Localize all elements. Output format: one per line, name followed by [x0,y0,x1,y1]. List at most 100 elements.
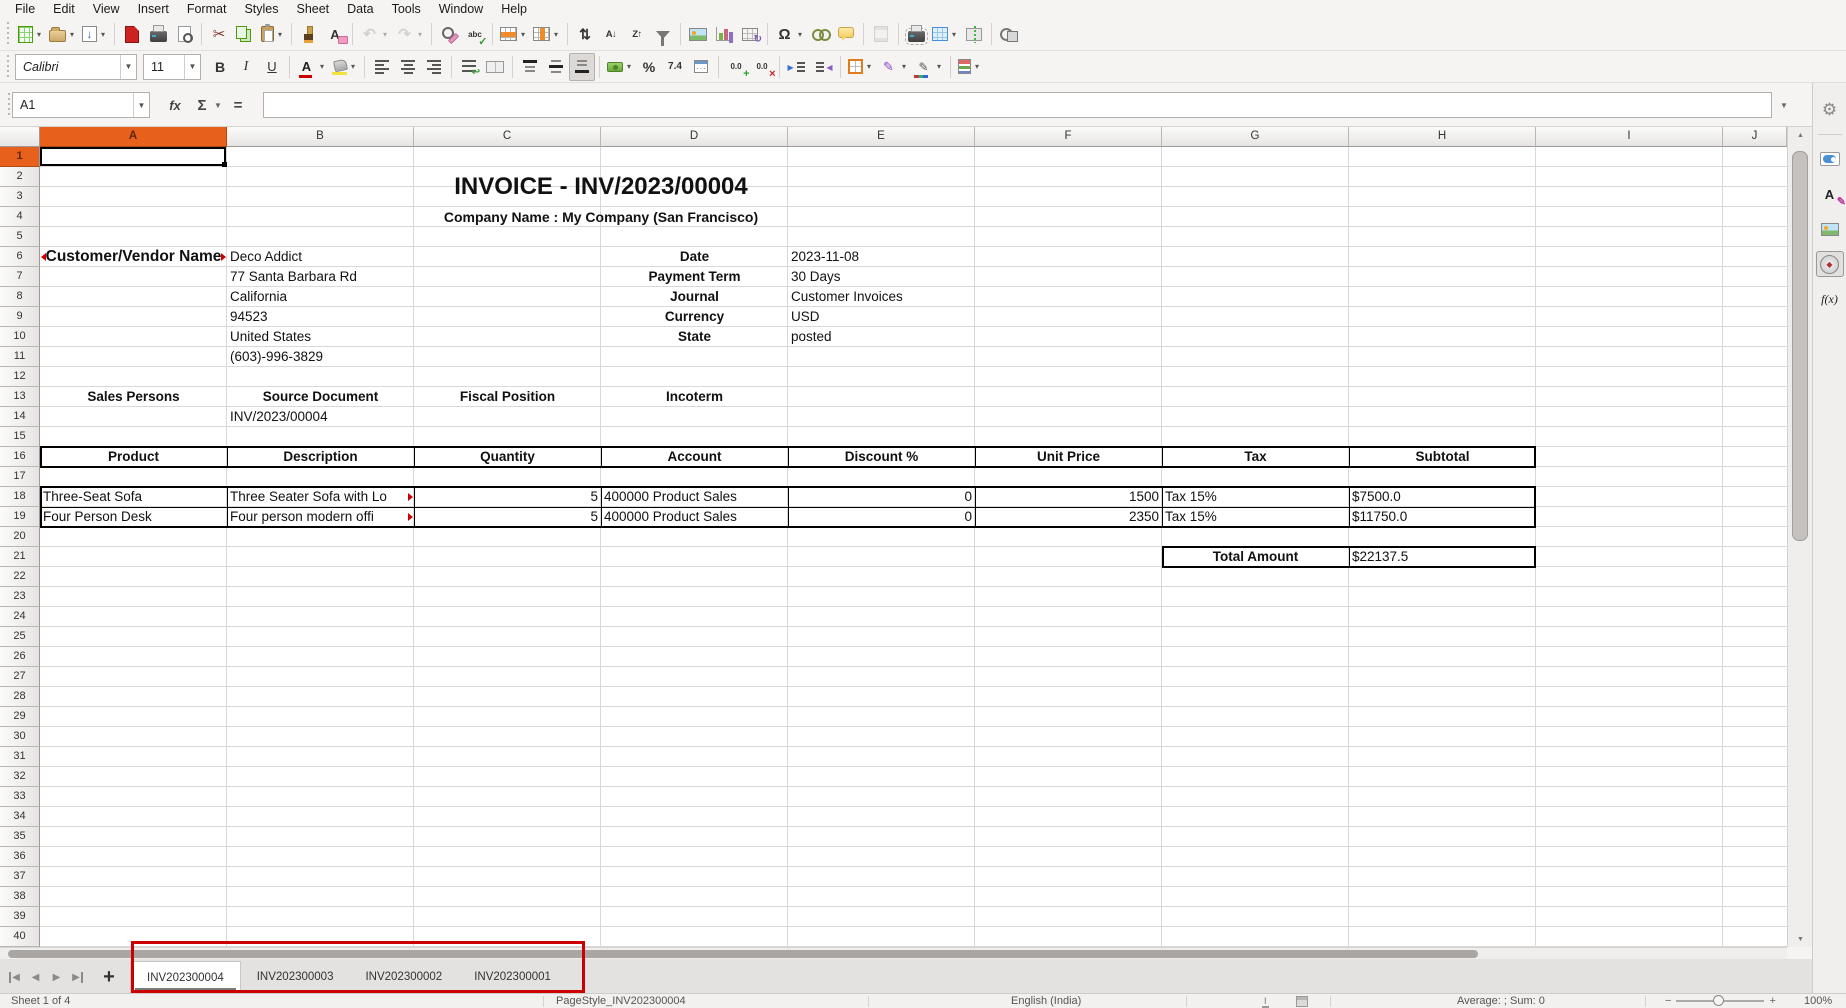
column-header-D[interactable]: D [601,127,788,147]
chevron-down-icon[interactable]: ▾ [318,62,326,71]
cell-D7[interactable]: Payment Term [601,267,788,287]
selection-mode-icon[interactable]: I [1262,996,1269,1008]
row-header-37[interactable]: 37 [0,867,40,887]
cell-B19[interactable]: Four person modern offi [227,507,414,527]
formula-input[interactable] [263,92,1772,118]
cell-G21[interactable]: Total Amount [1162,547,1349,567]
zoom-slider-track[interactable] [1676,1000,1764,1002]
cell-B9[interactable]: 94523 [227,307,414,327]
italic-button[interactable]: I [233,53,259,81]
align-top-button[interactable] [517,53,543,81]
center-vertically-button[interactable] [543,53,569,81]
row-header-10[interactable]: 10 [0,327,40,347]
underline-button[interactable]: U [259,53,285,81]
delete-decimal-place-button[interactable]: 0.0 [749,53,775,81]
row-header-38[interactable]: 38 [0,887,40,907]
row-header-1[interactable]: 1 [0,147,40,167]
last-sheet-button[interactable]: ▶ [67,961,88,993]
cell-F19[interactable]: 2350 [975,507,1162,527]
spelling-button[interactable]: abc [462,20,488,48]
first-sheet-button[interactable]: ◀ [4,961,25,993]
styles-deck-button[interactable]: A [1816,181,1844,207]
row-header-33[interactable]: 33 [0,787,40,807]
row-header-35[interactable]: 35 [0,827,40,847]
column-header-A[interactable]: A [40,127,227,147]
language-status[interactable]: English (India) [1011,995,1081,1007]
border-color-button[interactable]: ✎▾ [911,53,946,81]
menu-help[interactable]: Help [492,1,536,17]
gallery-deck-button[interactable] [1816,216,1844,242]
chevron-down-icon[interactable]: ▾ [349,62,357,71]
cell-G16[interactable]: Tax [1162,447,1349,467]
chevron-down-icon[interactable]: ▼ [120,55,136,79]
chevron-down-icon[interactable]: ▾ [935,62,943,71]
row-header-29[interactable]: 29 [0,707,40,727]
row-header-23[interactable]: 23 [0,587,40,607]
vertical-scrollbar-thumb[interactable] [1792,151,1808,541]
cell-E10[interactable]: posted [788,327,975,347]
cell-D19[interactable]: 400000 Product Sales [601,507,788,527]
menu-sheet[interactable]: Sheet [287,1,338,17]
row-header-11[interactable]: 11 [0,347,40,367]
percent-format-button[interactable]: % [636,53,662,81]
navigator-deck-button[interactable]: ◆ [1816,251,1844,277]
row-header-14[interactable]: 14 [0,407,40,427]
chevron-down-icon[interactable]: ▾ [519,30,527,39]
sheet-tab-INV202300004[interactable]: INV202300004 [130,961,241,993]
add-sheet-button[interactable]: + [96,961,122,993]
zoom-in-icon[interactable]: + [1769,995,1775,1007]
expand-formula-bar-icon[interactable]: ▼ [1776,92,1792,118]
column-header-G[interactable]: G [1162,127,1349,147]
menu-edit[interactable]: Edit [44,1,84,17]
horizontal-scrollbar-thumb[interactable] [8,950,1478,958]
cell-E8[interactable]: Customer Invoices [788,287,975,307]
borders-button[interactable]: ▾ [845,53,876,81]
cell-H19[interactable]: $11750.0 [1349,507,1536,527]
align-bottom-button[interactable] [569,53,595,81]
cell-A13[interactable]: Sales Persons [40,387,227,407]
row-header-4[interactable]: 4 [0,207,40,227]
function-wizard-button[interactable]: fx [163,92,187,118]
insert-hyperlink-button[interactable] [807,20,833,48]
column-header-B[interactable]: B [227,127,414,147]
sort-ascending-button[interactable]: A↓ [598,20,624,48]
cell-D13[interactable]: Incoterm [601,387,788,407]
cell-E9[interactable]: USD [788,307,975,327]
cell-E16[interactable]: Discount % [788,447,975,467]
menu-format[interactable]: Format [178,1,236,17]
row-header-8[interactable]: 8 [0,287,40,307]
row-header-15[interactable]: 15 [0,427,40,447]
cell-E18[interactable]: 0 [788,487,975,507]
cell-D8[interactable]: Journal [601,287,788,307]
print-preview-button[interactable] [171,20,197,48]
clone-formatting-button[interactable] [296,20,322,48]
row-header-31[interactable]: 31 [0,747,40,767]
page-style[interactable]: PageStyle_INV202300004 [556,995,686,1007]
cell-G19[interactable]: Tax 15% [1162,507,1349,527]
row-header-17[interactable]: 17 [0,467,40,487]
date-format-button[interactable] [688,53,714,81]
sheet-tab-INV202300003[interactable]: INV202300003 [241,961,350,993]
row-header-34[interactable]: 34 [0,807,40,827]
cell-A19[interactable]: Four Person Desk [40,507,227,527]
row-header-7[interactable]: 7 [0,267,40,287]
row-header-5[interactable]: 5 [0,227,40,247]
row-header-39[interactable]: 39 [0,907,40,927]
find-replace-button[interactable] [436,20,462,48]
cell-D10[interactable]: State [601,327,788,347]
chevron-down-icon[interactable]: ▾ [625,62,633,71]
formula-button[interactable]: = [228,92,248,118]
sheet-tab-INV202300002[interactable]: INV202300002 [349,961,458,993]
cell-G18[interactable]: Tax 15% [1162,487,1349,507]
chevron-down-icon[interactable]: ▾ [552,30,560,39]
menu-window[interactable]: Window [430,1,492,17]
row-header-16[interactable]: 16 [0,447,40,467]
cell-B16[interactable]: Description [227,447,414,467]
paste-button[interactable]: ▾ [258,20,287,48]
cell-A16[interactable]: Product [40,447,227,467]
draw-functions-button[interactable] [996,20,1022,48]
cell-D6[interactable]: Date [601,247,788,267]
sum-button[interactable]: Σ [192,92,212,118]
merge-cells-button[interactable] [482,53,508,81]
properties-deck-button[interactable] [1816,146,1844,172]
